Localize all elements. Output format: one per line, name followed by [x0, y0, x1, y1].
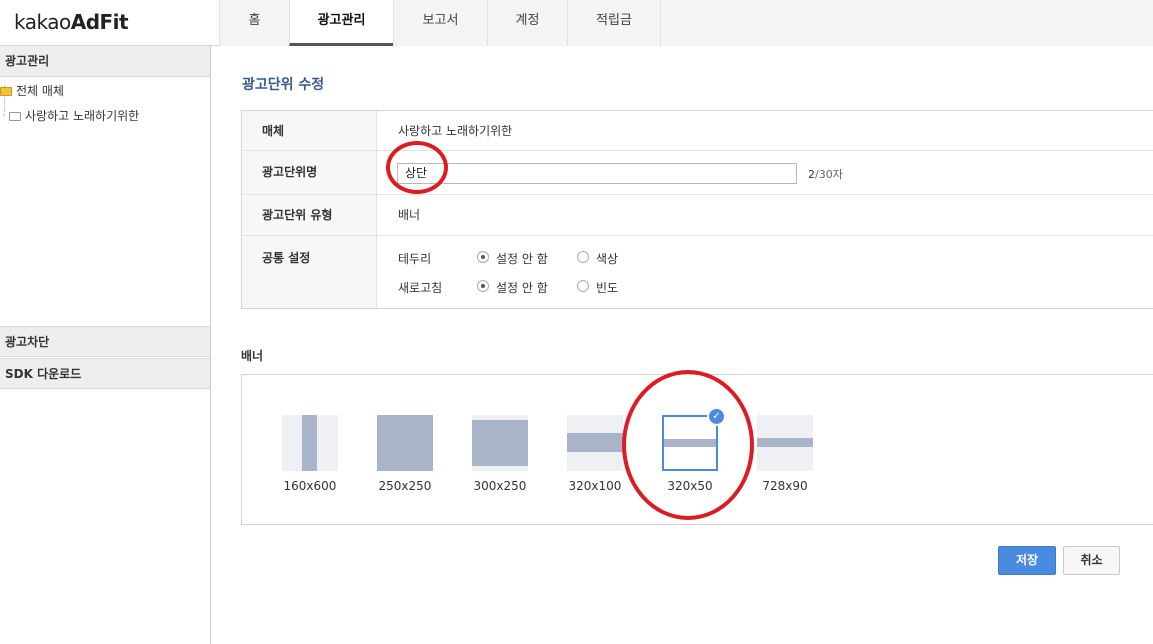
label-unit-type: 광고단위 유형 [242, 195, 377, 235]
banner-section-title: 배너 [241, 349, 264, 363]
banner-size-label: 728x90 [762, 479, 808, 493]
row-unit-name: 광고단위명 상단 2/30자 [242, 151, 1153, 195]
banner-size-label: 160x600 [283, 479, 337, 493]
edit-form: 매체 사랑하고 노래하기위한 광고단위명 상단 2/30자 광고단위 유형 배너… [241, 110, 1153, 309]
banner-thumb [282, 415, 338, 471]
refresh-none-radio[interactable] [477, 280, 489, 292]
value-unit-type: 배너 [398, 208, 421, 222]
value-unit-name: 상단 2/30자 [377, 151, 1153, 194]
banner-size-label: 250x250 [378, 479, 432, 493]
main-content: 광고단위 수정 매체 사랑하고 노래하기위한 광고단위명 상단 2/30자 광고… [211, 46, 1153, 644]
border-none-radio[interactable] [477, 251, 489, 263]
label-common-settings: 공통 설정 [242, 236, 377, 308]
banner-size-label: 320x100 [568, 479, 622, 493]
cancel-button[interactable]: 취소 [1063, 546, 1120, 575]
border-label: 테두리 [398, 252, 432, 266]
folder-open-icon [0, 87, 12, 96]
banner-thumb [757, 415, 813, 471]
row-media: 매체 사랑하고 노래하기위한 [242, 111, 1153, 151]
tree-item-media[interactable]: 사랑하고 노래하기위한 [9, 107, 139, 124]
tree-item-label: 사랑하고 노래하기위한 [25, 109, 140, 123]
tree-item-label: 전체 매체 [16, 84, 64, 98]
tab-ad-management[interactable]: 광고관리 [289, 0, 393, 46]
sidebar-item-ad-block[interactable]: 광고차단 [0, 326, 210, 357]
tab-reports[interactable]: 보고서 [393, 0, 487, 46]
border-color-label[interactable]: 색상 [596, 250, 618, 267]
banner-thumb [377, 415, 433, 471]
value-media: 사랑하고 노래하기위한 [398, 124, 513, 138]
border-color-radio[interactable] [577, 251, 589, 263]
main-nav: 홈 광고관리 보고서 계정 적립금 [219, 0, 661, 46]
logo-brand: AdFit [70, 10, 129, 34]
refresh-frequency-radio[interactable] [577, 280, 589, 292]
label-unit-name: 광고단위명 [242, 151, 377, 194]
page-title: 광고단위 수정 [242, 77, 325, 93]
logo-prefix: kakao [14, 10, 71, 34]
tab-account[interactable]: 계정 [487, 0, 567, 46]
border-none-label[interactable]: 설정 안 함 [496, 250, 548, 267]
label-media: 매체 [242, 111, 377, 150]
folder-icon [9, 112, 21, 121]
tab-home[interactable]: 홈 [219, 0, 289, 46]
tab-credits[interactable]: 적립금 [567, 0, 661, 46]
sidebar-header[interactable]: 광고관리 [0, 46, 210, 77]
check-icon: ✓ [707, 407, 726, 426]
refresh-frequency-label[interactable]: 빈도 [596, 279, 618, 296]
row-common-settings: 공통 설정 테두리 설정 안 함 색상 새로고침 설정 안 함 빈도 [242, 236, 1153, 308]
banner-thumb [472, 415, 528, 471]
nav-filler [661, 0, 1153, 46]
unit-name-input[interactable]: 상단 [397, 163, 797, 184]
row-unit-type: 광고단위 유형 배너 [242, 195, 1153, 236]
sidebar-item-sdk-download[interactable]: SDK 다운로드 [0, 358, 210, 389]
value-common-settings: 테두리 설정 안 함 색상 새로고침 설정 안 함 빈도 [377, 236, 1153, 308]
save-button[interactable]: 저장 [998, 546, 1056, 575]
refresh-none-label[interactable]: 설정 안 함 [496, 279, 548, 296]
refresh-label: 새로고침 [398, 281, 443, 295]
top-bar: kakaoAdFit 홈 광고관리 보고서 계정 적립금 [0, 0, 1153, 46]
banner-size-label: 320x50 [667, 479, 713, 493]
banner-thumb [567, 415, 623, 471]
char-count: 2 [808, 168, 815, 181]
sidebar: 광고관리 전체 매체 사랑하고 노래하기위한 광고차단 SDK 다운로드 [0, 46, 211, 644]
tree-item-all-media[interactable]: 전체 매체 [0, 82, 64, 99]
char-counter: 2/30자 [808, 166, 843, 182]
char-max: /30자 [815, 168, 843, 181]
banner-size-label: 300x250 [473, 479, 527, 493]
kakao-adfit-logo[interactable]: kakaoAdFit [14, 10, 129, 34]
banner-size-picker: 160x600 250x250 300x250 320x100 ✓ 320x50… [241, 374, 1153, 525]
